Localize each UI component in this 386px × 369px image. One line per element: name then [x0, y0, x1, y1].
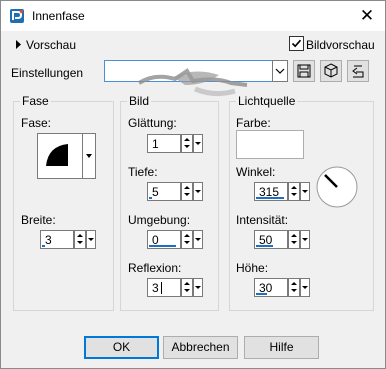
- settings-dropdown-button[interactable]: [272, 60, 288, 82]
- elevation-dropdown[interactable]: [300, 278, 310, 297]
- ambience-label: Umgebung:: [128, 213, 191, 227]
- help-button[interactable]: Hilfe: [244, 336, 319, 359]
- reflection-stepper[interactable]: [181, 278, 193, 297]
- bildvorschau-label: Bildvorschau: [306, 38, 375, 52]
- elevation-spinner[interactable]: 30: [254, 278, 310, 297]
- depth-spinner[interactable]: 5: [147, 182, 203, 201]
- depth-dropdown[interactable]: [193, 182, 203, 201]
- depth-stepper[interactable]: [181, 182, 193, 201]
- angle-label: Winkel:: [236, 165, 276, 179]
- expand-arrow-icon: [16, 40, 21, 49]
- smoothing-spinner[interactable]: 1: [147, 134, 203, 153]
- intensity-spinner[interactable]: 50: [254, 230, 310, 249]
- settings-combobox[interactable]: [104, 60, 274, 97]
- reflection-input[interactable]: 3: [147, 278, 181, 297]
- angle-dropdown[interactable]: [300, 182, 310, 201]
- settings-label: Einstellungen: [11, 66, 84, 80]
- ok-button[interactable]: OK: [84, 336, 159, 359]
- angle-spinner[interactable]: 315: [254, 182, 310, 201]
- light-group-title: Lichtquelle: [236, 94, 298, 108]
- text-cursor: [161, 282, 162, 294]
- width-input[interactable]: 3: [40, 230, 74, 249]
- floppy-disk-icon: [297, 64, 311, 78]
- window-title: Innenfase: [32, 9, 85, 23]
- smoothing-input[interactable]: 1: [147, 134, 181, 153]
- fase-shape-dropdown[interactable]: [82, 133, 96, 179]
- elevation-level-bar: [256, 293, 267, 295]
- smoothing-stepper[interactable]: [181, 134, 193, 153]
- fase-group-title: Fase: [20, 94, 51, 108]
- intensity-label: Intensität:: [236, 213, 289, 227]
- reflection-spinner[interactable]: 3: [147, 278, 203, 297]
- intensity-stepper[interactable]: [288, 230, 300, 249]
- depth-value: 5: [152, 185, 159, 199]
- angle-stepper[interactable]: [288, 182, 300, 201]
- elevation-input[interactable]: 30: [254, 278, 288, 297]
- resource-manager-button[interactable]: [320, 60, 342, 82]
- smoothing-value: 1: [152, 137, 159, 151]
- width-stepper[interactable]: [74, 230, 86, 249]
- fase-shape-selector[interactable]: [37, 133, 83, 179]
- reset-button[interactable]: [347, 60, 369, 82]
- angle-level-bar: [256, 197, 284, 199]
- elevation-label: Höhe:: [236, 261, 269, 275]
- fase-shape-label: Fase:: [21, 116, 52, 130]
- ambience-spinner[interactable]: 0: [147, 230, 203, 249]
- ambience-level-bar: [149, 245, 176, 247]
- angle-dial[interactable]: [315, 165, 359, 209]
- intensity-dropdown[interactable]: [300, 230, 310, 249]
- intensity-input[interactable]: 50: [254, 230, 288, 249]
- ambience-dropdown[interactable]: [193, 230, 203, 249]
- reflection-dropdown[interactable]: [193, 278, 203, 297]
- reflection-value: 3: [152, 281, 159, 295]
- save-preset-button[interactable]: [293, 60, 315, 82]
- angle-input[interactable]: 315: [254, 182, 288, 201]
- elevation-stepper[interactable]: [288, 278, 300, 297]
- color-label: Farbe:: [236, 116, 271, 130]
- title-bar: Innenfase ✕: [1, 1, 385, 31]
- close-icon: ✕: [359, 6, 375, 25]
- depth-label: Tiefe:: [128, 165, 158, 179]
- intensity-level-bar: [256, 245, 273, 247]
- reflection-label: Reflexion:: [128, 261, 182, 275]
- width-spinner[interactable]: 3: [40, 230, 96, 249]
- checkmark-icon: [291, 39, 302, 48]
- width-level-bar: [42, 245, 45, 247]
- undo-icon: [352, 65, 364, 78]
- width-dropdown[interactable]: [86, 230, 96, 249]
- bild-group-title: Bild: [127, 94, 152, 108]
- smoothing-dropdown[interactable]: [193, 134, 203, 153]
- dialog-window: Innenfase ✕ Vorschau Bildvorschau Einste…: [0, 0, 386, 369]
- cancel-button[interactable]: Abbrechen: [163, 336, 238, 359]
- ambience-stepper[interactable]: [181, 230, 193, 249]
- caret-down-icon: [86, 154, 92, 158]
- preview-label: Vorschau: [26, 38, 77, 52]
- depth-input[interactable]: 5: [147, 182, 181, 201]
- smoothing-label: Glättung:: [128, 116, 177, 130]
- width-value: 3: [45, 233, 52, 247]
- close-button[interactable]: ✕: [349, 1, 385, 31]
- paintshop-app-icon: [10, 9, 24, 23]
- light-color-swatch[interactable]: [236, 130, 304, 159]
- chevron-down-icon: [275, 68, 285, 74]
- bevel-shape-icon: [46, 144, 68, 166]
- cube-icon: [324, 63, 338, 78]
- ambience-input[interactable]: 0: [147, 230, 181, 249]
- bildvorschau-checkbox[interactable]: [289, 36, 304, 51]
- width-label: Breite:: [21, 213, 56, 227]
- depth-level-bar: [149, 197, 152, 199]
